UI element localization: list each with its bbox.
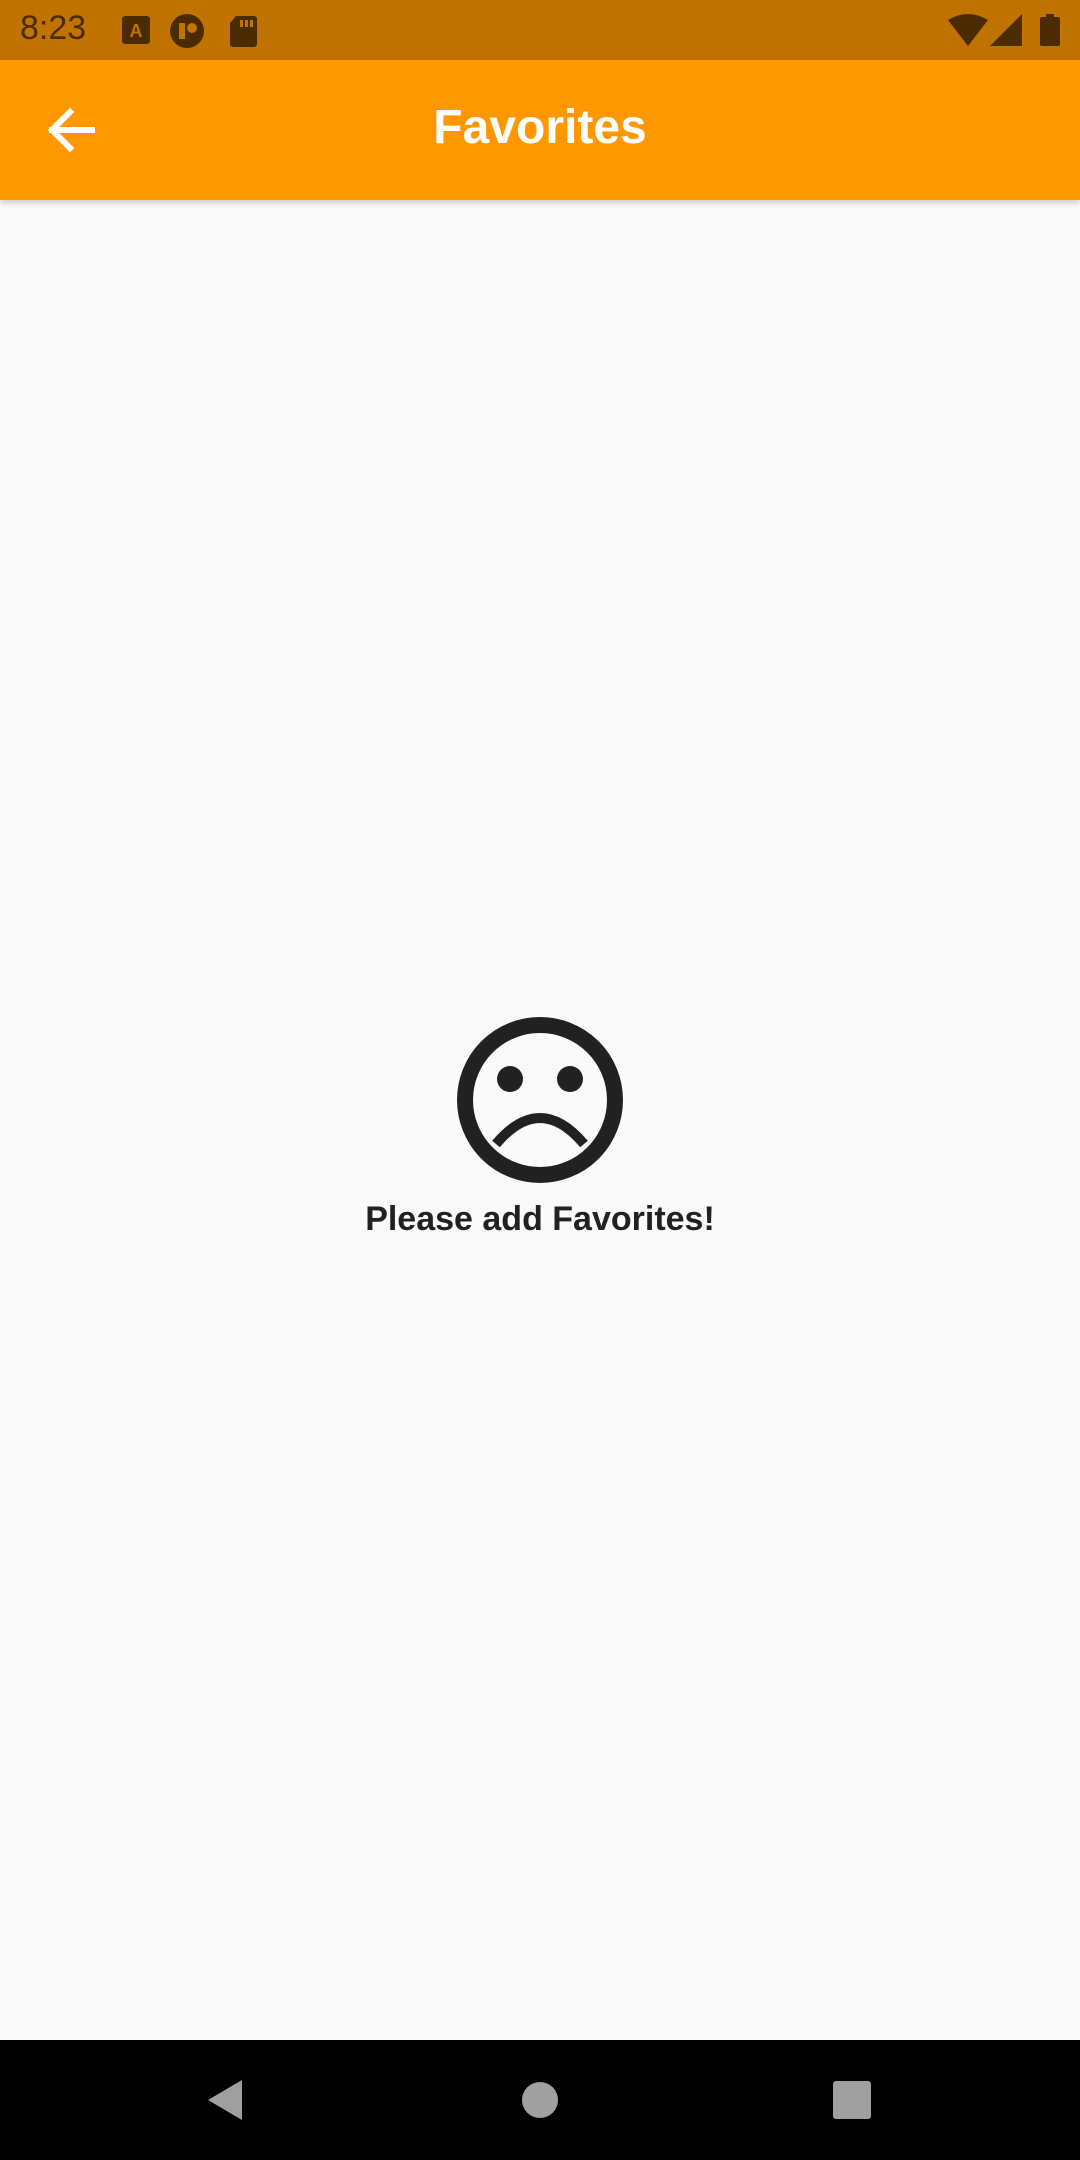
app-bar: Favorites (0, 60, 1080, 200)
system-nav-bar (0, 2040, 1080, 2160)
status-time: 8:23 (20, 9, 87, 47)
battery-icon (1040, 14, 1060, 46)
empty-state-message: Please add Favorites! (365, 1200, 715, 1238)
back-triangle-icon[interactable] (196, 2070, 256, 2130)
sd-card-icon (230, 16, 257, 47)
assistant-icon (170, 14, 204, 48)
a-icon: A (122, 16, 150, 44)
home-circle-icon[interactable] (510, 2070, 570, 2130)
favorites-screen: 8:23 A Favorites Please add Favorites! (0, 0, 1080, 2160)
page-title: Favorites (433, 101, 647, 154)
wifi-icon (948, 14, 988, 46)
status-bar: 8:23 A (0, 0, 1080, 60)
recents-square-icon[interactable] (822, 2070, 882, 2130)
sad-face-icon (457, 1017, 623, 1183)
svg-text:A: A (130, 21, 143, 41)
signal-icon (990, 14, 1022, 46)
